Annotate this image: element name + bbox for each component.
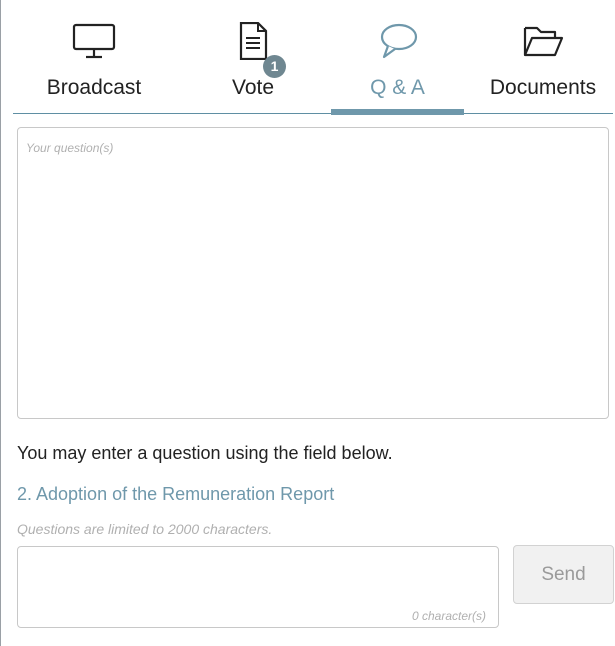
tab-qa-label: Q & A: [370, 76, 425, 99]
questions-textarea[interactable]: Your question(s): [17, 127, 609, 419]
folder-open-icon: [521, 22, 565, 60]
speech-bubble-icon: [376, 22, 420, 60]
active-tab-indicator: [331, 109, 464, 115]
vote-count-badge: 1: [263, 55, 286, 78]
monitor-icon: [72, 22, 116, 60]
send-button[interactable]: Send: [513, 545, 614, 604]
tab-documents[interactable]: Documents: [473, 0, 613, 114]
document-icon: [231, 21, 275, 61]
character-counter: 0 character(s): [411, 609, 486, 623]
tab-broadcast-label: Broadcast: [46, 76, 142, 99]
character-limit-note: Questions are limited to 2000 characters…: [17, 521, 273, 537]
tab-vote[interactable]: 1 Vote: [175, 0, 331, 114]
qa-panel: Broadcast 1 Vote Q & A Documents Your qu…: [0, 0, 615, 646]
tab-vote-label: Vote: [231, 76, 275, 99]
info-text: You may enter a question using the field…: [17, 443, 393, 463]
agenda-topic: 2. Adoption of the Remuneration Report: [17, 484, 335, 504]
tab-qa[interactable]: Q & A: [331, 0, 464, 115]
tab-bar: Broadcast 1 Vote Q & A Documents: [13, 0, 613, 115]
tab-broadcast[interactable]: Broadcast: [13, 0, 175, 114]
tab-documents-label: Documents: [489, 76, 597, 99]
question-input[interactable]: 0 character(s): [17, 546, 499, 628]
questions-placeholder: Your question(s): [26, 141, 114, 155]
